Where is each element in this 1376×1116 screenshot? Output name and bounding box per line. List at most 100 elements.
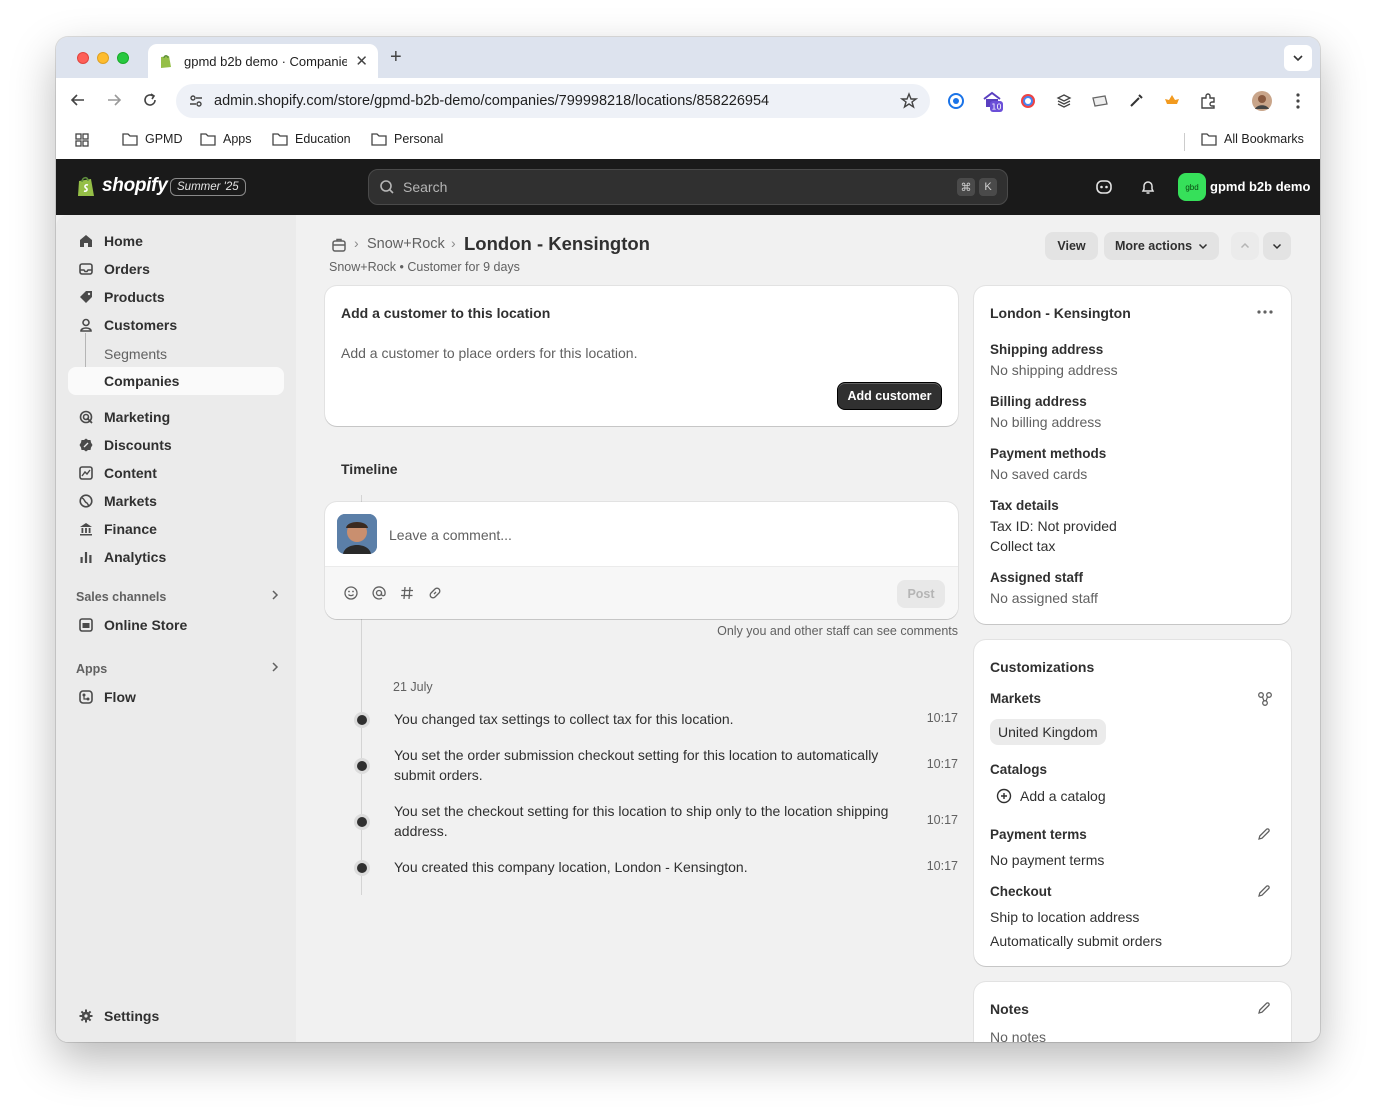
- customizations-title: Customizations: [990, 659, 1095, 675]
- timeline-event-time: 10:17: [926, 757, 958, 771]
- folder-icon: [1201, 133, 1217, 146]
- profile-avatar[interactable]: [1251, 90, 1273, 112]
- store-name[interactable]: gpmd b2b demo: [1210, 179, 1310, 194]
- company-icon: [332, 238, 346, 252]
- apps-section[interactable]: Apps: [76, 662, 280, 676]
- mention-icon[interactable]: [372, 586, 386, 600]
- shortcut-key-k: K: [979, 178, 997, 196]
- search-icon: [380, 180, 394, 194]
- more-actions-button[interactable]: More actions: [1104, 232, 1219, 260]
- timeline-events: You changed tax settings to collect tax …: [325, 705, 958, 905]
- tab-close-icon[interactable]: ✕: [355, 52, 368, 70]
- back-button[interactable]: [68, 90, 88, 110]
- bookmark-folder-education[interactable]: Education: [272, 132, 351, 146]
- extensions-puzzle-icon[interactable]: [1197, 90, 1219, 112]
- sidebar-item-companies[interactable]: Companies: [68, 367, 284, 395]
- extension-3-icon[interactable]: [1017, 90, 1039, 112]
- search-bar[interactable]: Search ⌘ K: [368, 169, 1008, 205]
- flow-icon: [78, 689, 94, 705]
- reload-button[interactable]: [140, 90, 160, 110]
- new-tab-button[interactable]: +: [390, 46, 402, 69]
- minimize-window-button[interactable]: [97, 52, 109, 64]
- bookmark-folder-gpmd[interactable]: GPMD: [122, 132, 183, 146]
- previous-location-button[interactable]: [1231, 232, 1259, 260]
- store-icon: [78, 617, 94, 633]
- site-settings-icon[interactable]: [188, 93, 204, 109]
- discount-icon: [78, 437, 94, 453]
- sidebar-item-markets[interactable]: Markets: [68, 487, 284, 515]
- sidebar-item-settings[interactable]: Settings: [68, 1002, 284, 1030]
- url-text: admin.shopify.com/store/gpmd-b2b-demo/co…: [214, 93, 770, 109]
- edition-badge[interactable]: Summer '25: [170, 178, 246, 196]
- maximize-window-button[interactable]: [117, 52, 129, 64]
- tax-id-value: Tax ID: Not provided: [990, 518, 1117, 534]
- arrow-right-icon: [108, 94, 122, 106]
- manage-markets-icon[interactable]: [1257, 691, 1273, 707]
- sidebar-item-online-store[interactable]: Online Store: [68, 611, 284, 639]
- sales-channels-section[interactable]: Sales channels: [76, 590, 280, 604]
- sidebar-item-content[interactable]: Content: [68, 459, 284, 487]
- sidebar-item-discounts[interactable]: Discounts: [68, 431, 284, 459]
- emoji-icon[interactable]: [344, 586, 358, 600]
- bookmark-folder-apps[interactable]: Apps: [200, 132, 252, 146]
- store-avatar[interactable]: gbd: [1178, 173, 1206, 201]
- hashtag-icon[interactable]: [400, 586, 414, 600]
- post-button[interactable]: Post: [897, 580, 945, 608]
- edit-pencil-icon[interactable]: [1257, 1001, 1271, 1015]
- orders-icon: [78, 261, 94, 277]
- extension-4-icon[interactable]: [1053, 90, 1075, 112]
- edit-pencil-icon[interactable]: [1257, 827, 1271, 841]
- browser-tab[interactable]: gpmd b2b demo · Companies ✕: [148, 44, 378, 78]
- chevron-down-icon: [1293, 55, 1303, 62]
- attachment-icon[interactable]: [428, 586, 442, 600]
- comment-card: Leave a comment... Post: [325, 502, 958, 619]
- sidekick-icon[interactable]: [1094, 177, 1114, 197]
- bar-chart-icon: [78, 549, 94, 565]
- view-button[interactable]: View: [1045, 232, 1098, 260]
- extension-2-icon[interactable]: 10: [981, 90, 1003, 112]
- sidebar-item-segments[interactable]: Segments: [104, 346, 167, 362]
- plus-circle-icon: [996, 788, 1012, 804]
- edit-pencil-icon[interactable]: [1257, 884, 1271, 898]
- address-bar[interactable]: admin.shopify.com/store/gpmd-b2b-demo/co…: [176, 84, 930, 118]
- add-customer-button[interactable]: Add customer: [837, 382, 942, 410]
- bookmark-folder-personal[interactable]: Personal: [371, 132, 443, 146]
- sidebar-item-marketing[interactable]: Marketing: [68, 403, 284, 431]
- sidebar-item-finance[interactable]: Finance: [68, 515, 284, 543]
- sidebar-item-analytics[interactable]: Analytics: [68, 543, 284, 571]
- catalogs-title: Catalogs: [990, 762, 1048, 777]
- timeline-date: 21 July: [393, 680, 433, 694]
- sidebar-item-home[interactable]: Home: [68, 227, 284, 255]
- bookmark-star-icon[interactable]: [900, 92, 918, 110]
- market-pill-united-kingdom[interactable]: United Kingdom: [990, 719, 1106, 745]
- notes-title: Notes: [990, 1001, 1029, 1017]
- add-catalog-button[interactable]: Add a catalog: [996, 788, 1106, 804]
- browser-menu-icon[interactable]: [1287, 90, 1309, 112]
- sidebar-item-customers[interactable]: Customers: [68, 311, 284, 339]
- breadcrumb-parent-link[interactable]: Snow+Rock: [367, 236, 445, 252]
- extension-7-icon[interactable]: [1161, 90, 1183, 112]
- breadcrumb-separator: ›: [451, 235, 456, 251]
- apps-grid-icon[interactable]: [74, 132, 90, 148]
- extension-1-icon[interactable]: [945, 90, 967, 112]
- main-content: › Snow+Rock › London - Kensington Snow+R…: [296, 215, 1320, 1042]
- sidebar-item-orders[interactable]: Orders: [68, 255, 284, 283]
- tab-search-button[interactable]: [1284, 45, 1312, 71]
- customizations-card: Customizations Markets United Kingdom Ca…: [974, 640, 1291, 966]
- next-location-button[interactable]: [1263, 232, 1291, 260]
- shopify-topbar: shopify Summer '25 Search ⌘ K gbd gpmd b…: [56, 159, 1320, 215]
- forward-button[interactable]: [104, 90, 124, 110]
- tab-title: gpmd b2b demo · Companies: [184, 53, 348, 69]
- comment-input[interactable]: Leave a comment...: [389, 527, 512, 543]
- extension-badge: 10: [991, 103, 1001, 112]
- extension-6-icon[interactable]: [1125, 90, 1147, 112]
- shopify-logo[interactable]: shopify: [76, 175, 168, 197]
- all-bookmarks-button[interactable]: All Bookmarks: [1201, 132, 1304, 146]
- notifications-bell-icon[interactable]: [1138, 177, 1158, 197]
- checkout-submit-value: Automatically submit orders: [990, 933, 1162, 949]
- more-horizontal-icon[interactable]: [1257, 310, 1273, 314]
- sidebar-item-products[interactable]: Products: [68, 283, 284, 311]
- sidebar-item-flow[interactable]: Flow: [68, 683, 284, 711]
- extension-5-icon[interactable]: [1089, 90, 1111, 112]
- close-window-button[interactable]: [77, 52, 89, 64]
